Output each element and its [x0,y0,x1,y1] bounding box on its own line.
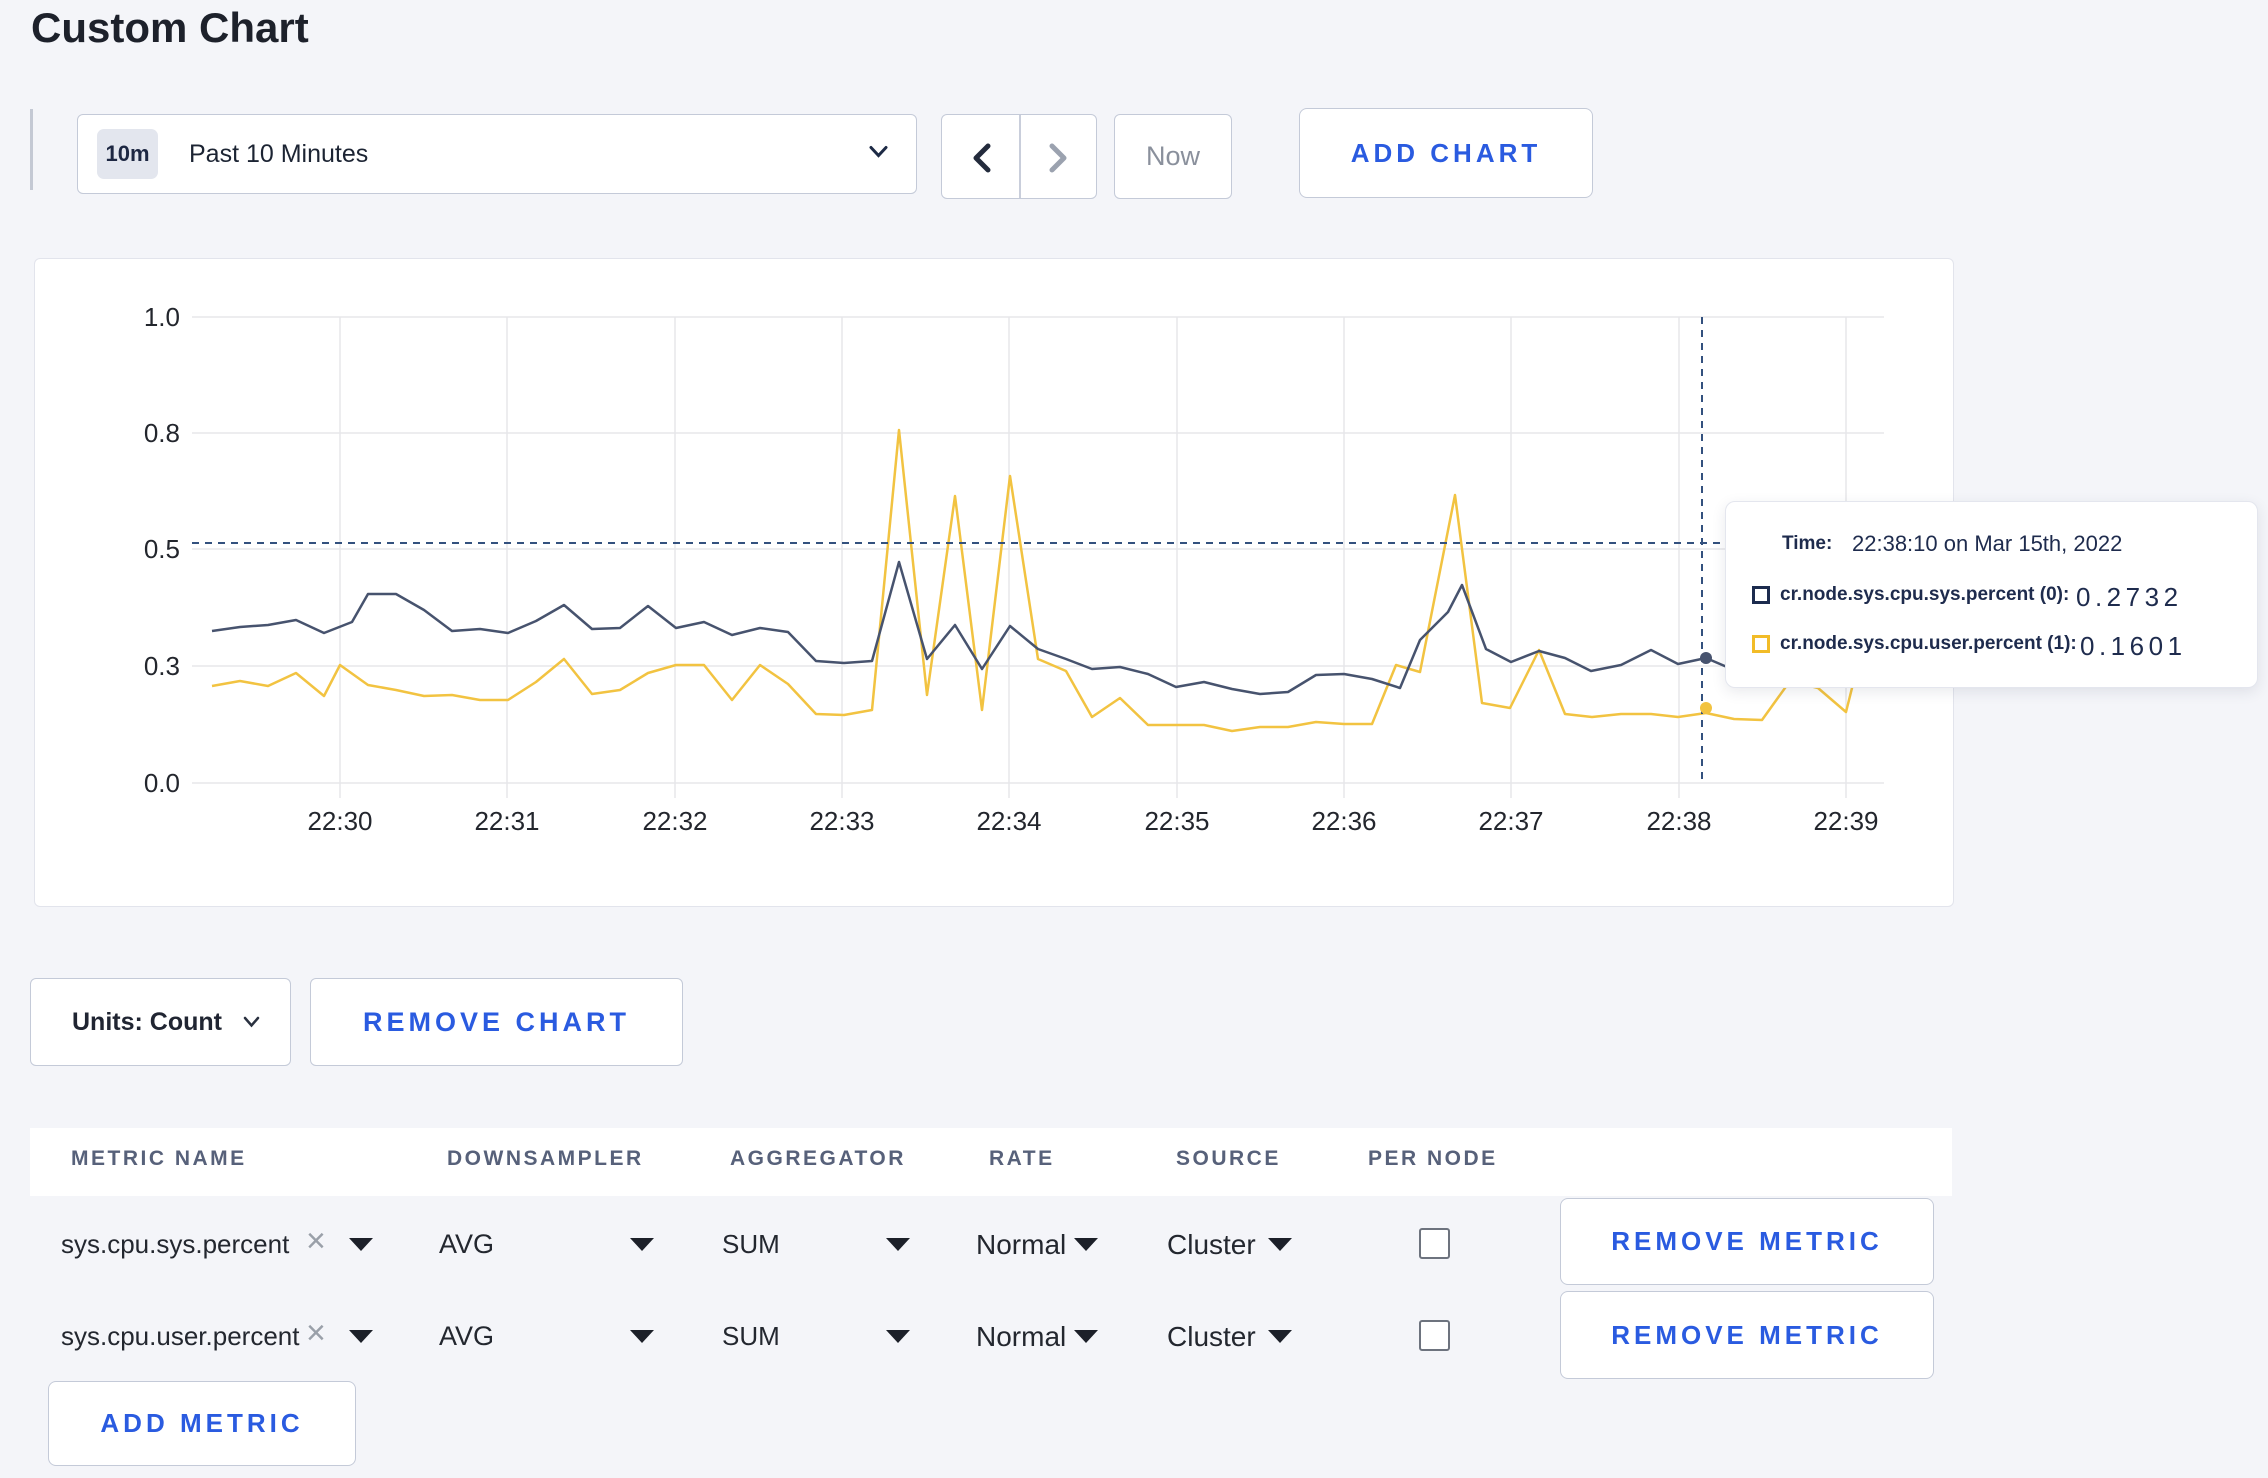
svg-text:0.3: 0.3 [144,651,180,681]
svg-text:22:33: 22:33 [809,806,874,836]
svg-text:22:30: 22:30 [307,806,372,836]
svg-text:22:36: 22:36 [1311,806,1376,836]
svg-text:22:37: 22:37 [1478,806,1543,836]
svg-text:1.0: 1.0 [144,302,180,332]
svg-text:22:35: 22:35 [1144,806,1209,836]
svg-text:22:38: 22:38 [1646,806,1711,836]
svg-text:22:39: 22:39 [1813,806,1878,836]
svg-text:22:34: 22:34 [976,806,1041,836]
svg-text:0.5: 0.5 [144,534,180,564]
svg-text:22:31: 22:31 [474,806,539,836]
svg-text:22:32: 22:32 [642,806,707,836]
svg-text:0.8: 0.8 [144,418,180,448]
svg-text:0.0: 0.0 [144,768,180,798]
